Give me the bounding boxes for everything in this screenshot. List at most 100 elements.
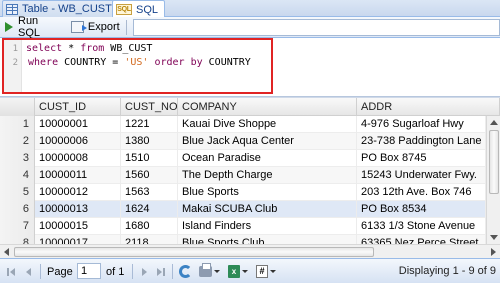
sql-keyword: select <box>26 43 63 54</box>
cell-cust-id: 10000013 <box>35 201 121 218</box>
table-row[interactable]: 4 10000011 1560 The Depth Charge 15243 U… <box>0 167 486 184</box>
table-row[interactable]: 2 10000006 1380 Blue Jack Aqua Center 23… <box>0 133 486 150</box>
play-icon <box>5 22 13 32</box>
hash-icon: # <box>256 265 268 278</box>
table-row[interactable]: 7 10000015 1680 Island Finders 6133 1/3 … <box>0 218 486 235</box>
cell-addr: 4-976 Sugarloaf Hwy <box>357 116 486 133</box>
cell-company: Blue Jack Aqua Center <box>178 133 357 150</box>
tab-sql[interactable]: SQL SQL <box>112 0 166 18</box>
column-header-addr[interactable]: ADDR <box>357 98 500 116</box>
page-count-label: of 1 <box>106 265 125 278</box>
column-header-cust-id[interactable]: CUST_ID <box>35 98 121 116</box>
sql-keyword: where <box>28 57 59 68</box>
table-row[interactable]: 8 10000017 2118 Blue Sports Club 63365 N… <box>0 235 486 244</box>
table-icon <box>6 3 18 15</box>
sql-text: WB_CUST <box>104 43 153 54</box>
first-page-button[interactable] <box>5 264 19 279</box>
column-header-cust-no[interactable]: CUST_NO <box>121 98 178 116</box>
table-row[interactable]: 1 10000001 1221 Kauai Dive Shoppe 4-976 … <box>0 116 486 133</box>
cell-company: Blue Sports Club <box>178 235 357 244</box>
scroll-down-icon[interactable] <box>490 235 498 240</box>
toolbar-input-field[interactable] <box>132 18 500 36</box>
table-row[interactable]: 5 10000012 1563 Blue Sports 203 12th Ave… <box>0 184 486 201</box>
horizontal-scroll-thumb[interactable] <box>14 247 374 257</box>
page-number-input[interactable]: 1 <box>77 263 101 279</box>
toolbar-divider <box>132 264 133 279</box>
row-number: 4 <box>0 167 35 184</box>
run-sql-button[interactable]: Run SQL <box>0 15 66 39</box>
tab-label: SQL <box>136 3 159 16</box>
cell-cust-id: 10000017 <box>35 235 121 244</box>
vertical-scroll-thumb[interactable] <box>489 130 499 194</box>
cell-cust-id: 10000015 <box>35 218 121 235</box>
cell-cust-id: 10000011 <box>35 167 121 184</box>
cell-addr: 23-738 Paddington Lane <box>357 133 486 150</box>
toolbar-divider <box>125 19 127 35</box>
chevron-down-icon <box>214 270 220 273</box>
scroll-up-icon[interactable] <box>490 120 498 125</box>
printer-icon <box>199 263 212 277</box>
sql-editor[interactable]: 1 2 select * from WB_CUST where COUNTRY … <box>0 38 500 96</box>
cell-addr: PO Box 8745 <box>357 150 486 167</box>
toolbar-divider <box>40 264 41 279</box>
tab-strip: Table - WB_CUST SQL SQL <box>0 0 500 18</box>
cell-addr: PO Box 8534 <box>357 201 486 218</box>
cell-cust-no: 1563 <box>121 184 178 201</box>
last-page-icon <box>154 265 168 279</box>
excel-icon: x <box>228 265 240 278</box>
cell-company: Ocean Paradise <box>178 150 357 167</box>
paging-status-text: Displaying 1 - 9 of 9 <box>398 265 496 277</box>
cell-cust-no: 1560 <box>121 167 178 184</box>
prev-page-button[interactable] <box>22 264 36 279</box>
last-page-button[interactable] <box>154 264 168 279</box>
refresh-button[interactable] <box>179 264 192 279</box>
horizontal-scrollbar[interactable] <box>0 244 500 258</box>
paging-toolbar: Page 1 of 1 x # Displaying 1 - 9 of 9 <box>0 258 500 283</box>
columns-menu-button[interactable]: # <box>256 264 276 279</box>
highlighted-query-box[interactable]: 1 2 select * from WB_CUST where COUNTRY … <box>2 38 273 94</box>
toolbar: Run SQL Export <box>0 15 500 39</box>
table-row[interactable]: 3 10000008 1510 Ocean Paradise PO Box 87… <box>0 150 486 167</box>
export-icon <box>70 21 87 33</box>
code-line-2: where COUNTRY = 'US' order by COUNTRY <box>28 57 251 68</box>
run-sql-label: Run SQL <box>18 15 41 39</box>
cell-addr: 6133 1/3 Stone Avenue <box>357 218 486 235</box>
cell-company: Kauai Dive Shoppe <box>178 116 357 133</box>
row-number: 1 <box>0 116 35 133</box>
row-number: 3 <box>0 150 35 167</box>
toolbar-divider <box>172 264 173 279</box>
cell-cust-no: 1680 <box>121 218 178 235</box>
print-button[interactable] <box>199 263 220 279</box>
vertical-scrollbar[interactable] <box>486 116 500 244</box>
grid-header: CUST_ID CUST_NO COMPANY ADDR <box>0 98 500 116</box>
tab-label: Table - WB_CUST <box>22 3 112 15</box>
chevron-down-icon <box>242 270 248 273</box>
sql-text: COUNTRY = <box>58 57 125 68</box>
cell-company: Island Finders <box>178 218 357 235</box>
cell-cust-id: 10000006 <box>35 133 121 150</box>
sql-text: * <box>62 43 81 54</box>
column-header-company[interactable]: COMPANY <box>178 98 357 116</box>
line-number: 2 <box>12 58 18 68</box>
row-number: 6 <box>0 201 35 218</box>
cell-cust-no: 1510 <box>121 150 178 167</box>
table-row[interactable]: 6 10000013 1624 Makai SCUBA Club PO Box … <box>0 201 486 218</box>
row-number: 8 <box>0 235 35 244</box>
cell-cust-no: 2118 <box>121 235 178 244</box>
cell-cust-id: 10000012 <box>35 184 121 201</box>
cell-cust-id: 10000001 <box>35 116 121 133</box>
next-page-button[interactable] <box>137 264 151 279</box>
excel-export-button[interactable]: x <box>228 264 248 279</box>
row-number-header <box>0 98 35 116</box>
export-label: Export <box>87 21 120 33</box>
row-number: 7 <box>0 218 35 235</box>
cell-cust-id: 10000008 <box>35 150 121 167</box>
page-label: Page <box>47 265 73 278</box>
chevron-down-icon <box>270 270 276 273</box>
scroll-left-icon[interactable] <box>4 248 9 256</box>
scroll-right-icon[interactable] <box>491 248 496 256</box>
sql-keyword: from <box>80 43 105 54</box>
export-button[interactable]: Export <box>66 18 124 36</box>
cell-addr: 15243 Underwater Fwy. <box>357 167 486 184</box>
cell-addr: 203 12th Ave. Box 746 <box>357 184 486 201</box>
